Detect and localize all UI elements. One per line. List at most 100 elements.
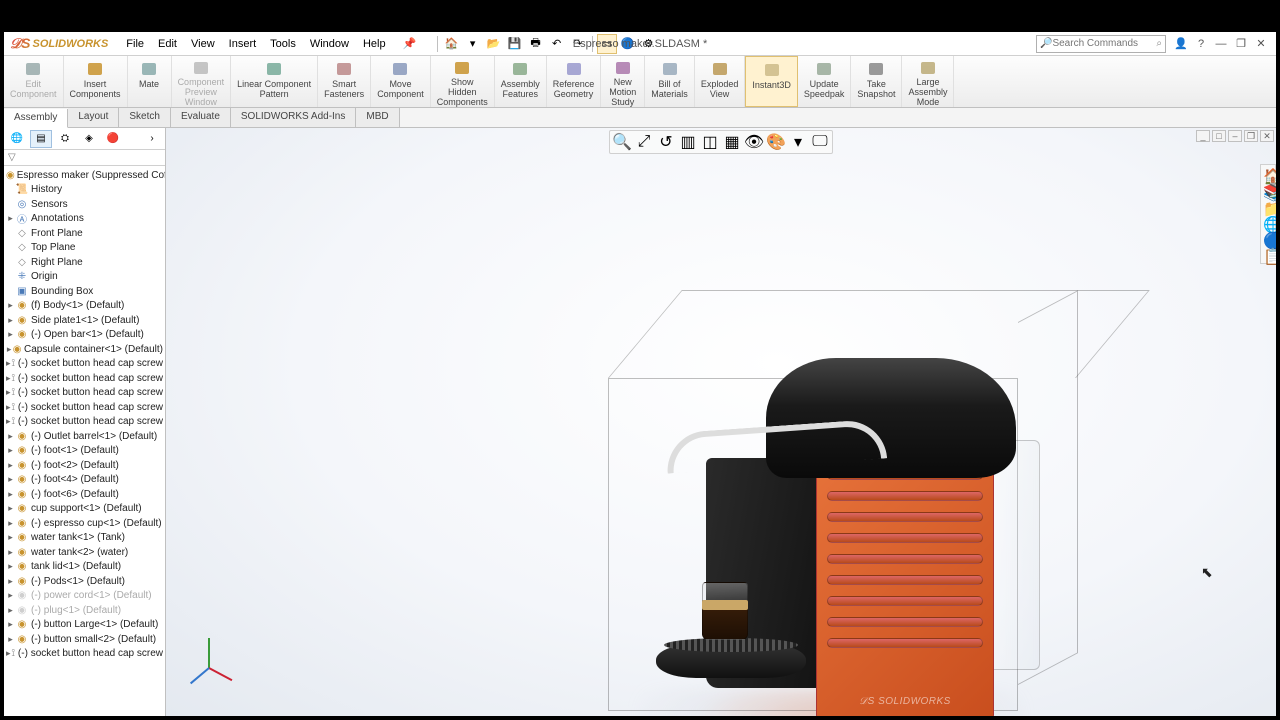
minimize-button[interactable]: — — [1214, 37, 1228, 51]
ribbon-show[interactable]: ShowHiddenComponents — [431, 56, 495, 107]
tree-item[interactable]: ▸◉Capsule container<1> (Default) — [4, 342, 165, 357]
view-orient-icon[interactable]: ◫ — [700, 133, 720, 151]
appearance-icon[interactable]: 🎨 — [766, 133, 786, 151]
display-style-icon[interactable]: ▦ — [722, 133, 742, 151]
ribbon-large[interactable]: LargeAssemblyMode — [902, 56, 954, 107]
menu-file[interactable]: File — [120, 35, 150, 53]
expand-icon[interactable]: ▸ — [6, 619, 15, 630]
tab-solidworks-add-ins[interactable]: SOLIDWORKS Add-Ins — [231, 108, 356, 127]
tree-item[interactable]: ▸⟟(-) socket button head cap screw — [4, 400, 165, 415]
print-icon[interactable]: 🖶 — [526, 34, 546, 54]
expand-icon[interactable]: ▸ — [6, 329, 15, 340]
user-icon[interactable]: 👤 — [1174, 37, 1188, 51]
tree-item[interactable]: ▸◉Side plate1<1> (Default) — [4, 313, 165, 328]
tree-item[interactable]: ▸◉(-) Pods<1> (Default) — [4, 574, 165, 589]
tree-item[interactable]: ▸ⒶAnnotations — [4, 212, 165, 227]
tree-item[interactable]: ▸◉(-) foot<2> (Default) — [4, 458, 165, 473]
search-go-icon[interactable]: ⌕ — [1156, 38, 1162, 49]
expand-icon[interactable]: ▸ — [6, 561, 15, 572]
expand-icon[interactable]: ▸ — [6, 547, 15, 558]
ribbon-reference[interactable]: ReferenceGeometry — [547, 56, 602, 107]
tree-item[interactable]: ▸◉(-) foot<6> (Default) — [4, 487, 165, 502]
expand-icon[interactable]: ▸ — [6, 300, 15, 311]
tree-item[interactable]: ⁜Origin — [4, 270, 165, 285]
restore-button[interactable]: ❐ — [1234, 37, 1248, 51]
open-icon[interactable]: 📂 — [484, 34, 504, 54]
tree-item[interactable]: ▸◉(-) button small<2> (Default) — [4, 632, 165, 647]
ribbon-bill-of[interactable]: Bill ofMaterials — [645, 56, 695, 107]
tree-item[interactable]: ▸⟟(-) socket button head cap screw — [4, 647, 165, 662]
help-icon[interactable]: ? — [1194, 37, 1208, 51]
menu-window[interactable]: Window — [304, 35, 355, 53]
appearance-tab-icon[interactable]: 🔴 — [102, 130, 124, 148]
menu-help[interactable]: Help — [357, 35, 392, 53]
search-commands[interactable]: 🔎 ⌕ — [1036, 35, 1166, 53]
tab-assembly[interactable]: Assembly — [4, 109, 68, 128]
section-view-icon[interactable]: ▥ — [678, 133, 698, 151]
tree-item[interactable]: ▸⟟(-) socket button head cap screw — [4, 386, 165, 401]
vp-min-icon[interactable]: _ — [1196, 130, 1210, 142]
graphics-viewport[interactable]: 🔍 ⤢ ↺ ▥ ◫ ▦ 👁 🎨 ▾ 🖵 _ □ – ❐ ✕ 🏠 📚 — [166, 128, 1276, 716]
ribbon-update[interactable]: UpdateSpeedpak — [798, 56, 852, 107]
vp-max-icon[interactable]: □ — [1212, 130, 1226, 142]
design-lib-icon[interactable]: 📚 — [1263, 183, 1276, 197]
resources-icon[interactable]: 🏠 — [1263, 167, 1276, 181]
zoom-area-icon[interactable]: ⤢ — [634, 133, 654, 151]
close-button[interactable]: ✕ — [1254, 37, 1268, 51]
tree-filter[interactable]: ▽ — [4, 150, 165, 166]
menu-tools[interactable]: Tools — [264, 35, 302, 53]
tree-item[interactable]: ◇Top Plane — [4, 241, 165, 256]
tab-layout[interactable]: Layout — [68, 108, 119, 127]
ribbon-new[interactable]: NewMotionStudy — [601, 56, 645, 107]
menu-insert[interactable]: Insert — [223, 35, 263, 53]
zoom-fit-icon[interactable]: 🔍 — [612, 133, 632, 151]
tree-item[interactable]: ▸◉(f) Body<1> (Default) — [4, 299, 165, 314]
tab-evaluate[interactable]: Evaluate — [171, 108, 231, 127]
home-icon[interactable]: 🏠 — [442, 34, 462, 54]
file-explorer-icon[interactable]: 📁 — [1263, 199, 1276, 213]
tree-item[interactable]: ▸◉(-) plug<1> (Default) — [4, 603, 165, 618]
ribbon-instant3d[interactable]: Instant3D — [745, 56, 798, 107]
view-palette-icon[interactable]: 🌐 — [1263, 215, 1276, 229]
tree-root[interactable]: ◉ Espresso maker (Suppressed Coffee a — [4, 168, 165, 183]
tree-item[interactable]: ▸◉(-) foot<4> (Default) — [4, 473, 165, 488]
vp-max2-icon[interactable]: ❐ — [1244, 130, 1258, 142]
hide-show-icon[interactable]: 👁 — [744, 133, 764, 151]
vp-close-icon[interactable]: ✕ — [1260, 130, 1274, 142]
menu-edit[interactable]: Edit — [152, 35, 183, 53]
expand-icon[interactable]: ▸ — [6, 460, 15, 471]
expand-icon[interactable]: ▸ — [6, 634, 15, 645]
expand-icon[interactable]: ▸ — [6, 474, 15, 485]
expand-icon[interactable]: ▸ — [6, 213, 15, 224]
ribbon-linear-component[interactable]: Linear ComponentPattern — [231, 56, 318, 107]
tree-item[interactable]: 📜History — [4, 183, 165, 198]
view-settings-icon[interactable]: 🖵 — [810, 133, 830, 151]
custom-props-icon[interactable]: 📋 — [1263, 247, 1276, 261]
tree-item[interactable]: ◇Right Plane — [4, 255, 165, 270]
orientation-triad[interactable] — [190, 626, 240, 676]
panel-expand-icon[interactable]: › — [141, 130, 163, 148]
tree-item[interactable]: ▸◉water tank<1> (Tank) — [4, 531, 165, 546]
ribbon-insert[interactable]: InsertComponents — [64, 56, 128, 107]
prev-view-icon[interactable]: ↺ — [656, 133, 676, 151]
display-tab-icon[interactable]: ◈ — [78, 130, 100, 148]
undo-icon[interactable]: ↶ — [547, 34, 567, 54]
expand-icon[interactable]: ▸ — [6, 489, 15, 500]
tree-item[interactable]: ▸◉(-) power cord<1> (Default) — [4, 589, 165, 604]
tree-item[interactable]: ▸⟟(-) socket button head cap screw — [4, 371, 165, 386]
search-input[interactable] — [1052, 38, 1156, 49]
tree-item[interactable]: ▸⟟(-) socket button head cap screw — [4, 357, 165, 372]
appearances-icon[interactable]: 🔵 — [1263, 231, 1276, 245]
ribbon-take[interactable]: TakeSnapshot — [851, 56, 902, 107]
tree-item[interactable]: ▸◉(-) Outlet barrel<1> (Default) — [4, 429, 165, 444]
menu-view[interactable]: View — [185, 35, 221, 53]
scene-icon[interactable]: ▾ — [788, 133, 808, 151]
property-tab-icon[interactable]: ▤ — [30, 130, 52, 148]
tab-sketch[interactable]: Sketch — [119, 108, 171, 127]
tree-item[interactable]: ◎Sensors — [4, 197, 165, 212]
tree-item[interactable]: ▸◉water tank<2> (water) — [4, 545, 165, 560]
expand-icon[interactable]: ▸ — [6, 315, 15, 326]
tree-item[interactable]: ▸◉(-) foot<1> (Default) — [4, 444, 165, 459]
expand-icon[interactable]: ▸ — [6, 590, 15, 601]
ribbon-mate[interactable]: Mate — [128, 56, 172, 107]
